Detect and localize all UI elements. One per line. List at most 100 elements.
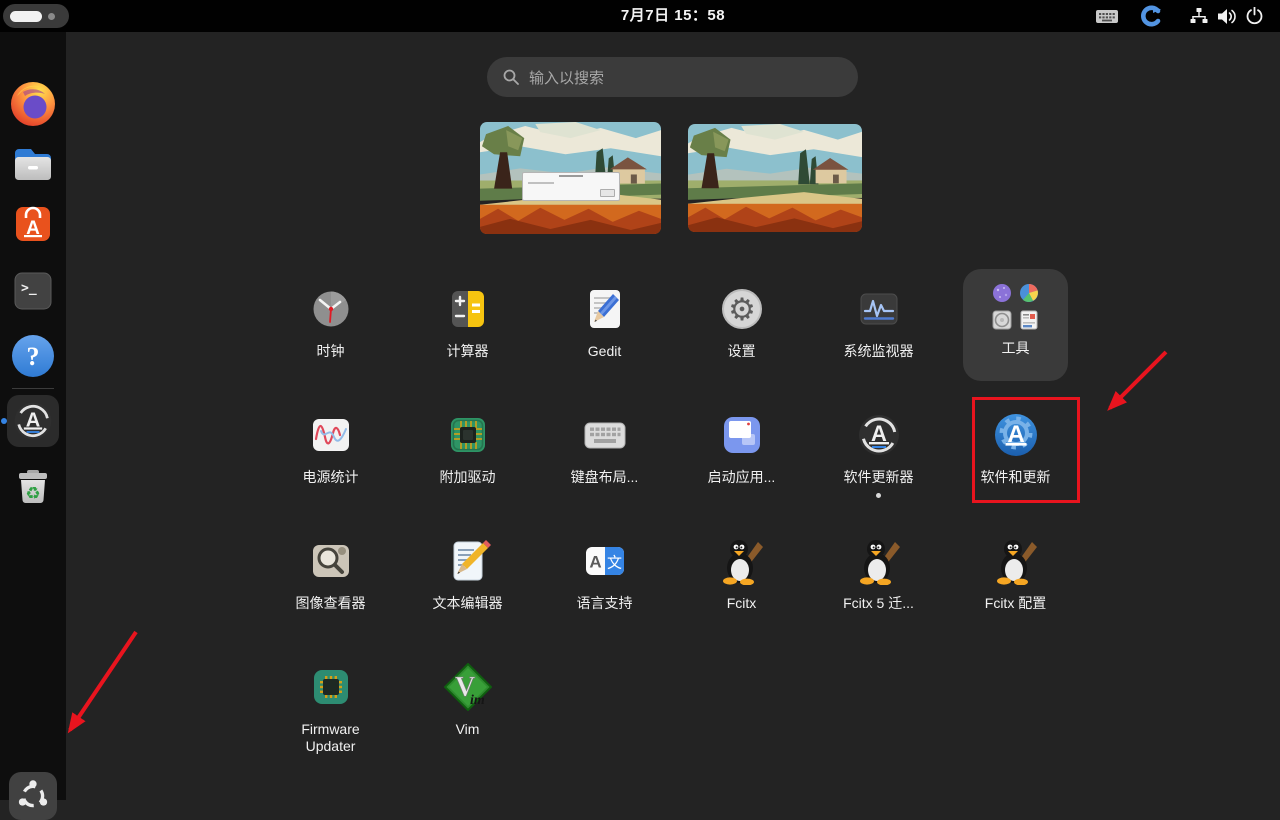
workspace-thumbnail-1[interactable]: [480, 122, 661, 234]
mini-app-icon: [992, 310, 1012, 330]
folder-preview: [992, 283, 1039, 330]
annotation-highlight-box: [972, 397, 1080, 503]
search-input[interactable]: 输入以搜索: [487, 57, 858, 97]
volume-icon[interactable]: [1218, 0, 1238, 32]
app-text-editor[interactable]: 文本编辑器: [399, 537, 536, 663]
app-image-viewer[interactable]: 图像查看器: [262, 537, 399, 663]
app-power-statistics[interactable]: 电源统计: [262, 411, 399, 537]
annotation-arrow-software-and-updates: [1110, 352, 1166, 408]
app-keyboard-layout[interactable]: 键盘布局...: [536, 411, 673, 537]
wired-network-icon[interactable]: [1190, 0, 1208, 32]
running-indicator-dot: [1, 418, 7, 424]
dock-item-trash[interactable]: ♻: [9, 462, 57, 510]
show-apps-button[interactable]: [9, 772, 57, 820]
dock-item-help[interactable]: ?: [9, 332, 57, 380]
app-folder-tools[interactable]: 工具: [963, 269, 1068, 381]
fcitx-tux-icon: [992, 537, 1040, 585]
app-label: 语言支持: [577, 595, 633, 612]
image-viewer-icon: [307, 537, 355, 585]
app-settings[interactable]: ⚙ 设置: [673, 285, 810, 411]
svg-text:>_: >_: [21, 281, 37, 296]
app-label: 设置: [728, 343, 756, 360]
active-workspace-pill[interactable]: [10, 11, 42, 22]
additional-drivers-icon: [444, 411, 492, 459]
running-indicator-dot: [876, 493, 881, 498]
app-label: Fcitx: [727, 595, 757, 612]
startup-applications-icon: [718, 411, 766, 459]
workspace-thumbnail-2[interactable]: [688, 124, 862, 232]
app-language-support[interactable]: A 文 语言支持: [536, 537, 673, 663]
app-label: 键盘布局...: [571, 469, 639, 486]
top-bar: 7月7日 15：58: [0, 0, 1280, 32]
dock-item-files[interactable]: [9, 140, 57, 188]
app-label: Fcitx 配置: [985, 595, 1046, 612]
app-label: 附加驱动: [440, 469, 496, 486]
dock-item-firefox[interactable]: [9, 80, 57, 128]
app-label: 时钟: [317, 343, 345, 360]
app-calculator[interactable]: 计算器: [399, 285, 536, 411]
svg-text:?: ?: [27, 342, 40, 371]
app-label: 文本编辑器: [433, 595, 503, 612]
calculator-icon: [444, 285, 492, 333]
language-support-icon: A 文: [581, 537, 629, 585]
mini-app-icon: [1019, 283, 1039, 303]
folder-label: 工具: [1002, 340, 1030, 357]
app-startup-applications[interactable]: 启动应用...: [673, 411, 810, 537]
fcitx-tux-icon: [855, 537, 903, 585]
app-software-updater[interactable]: 软件更新器: [810, 411, 947, 537]
gedit-icon: [581, 285, 629, 333]
workspace-indicator[interactable]: [3, 4, 69, 28]
app-fcitx[interactable]: Fcitx: [673, 537, 810, 663]
search-icon: [503, 69, 519, 85]
software-updater-icon: [855, 411, 903, 459]
vim-icon: V im: [444, 663, 492, 711]
app-vim[interactable]: V im Vim: [399, 663, 536, 789]
app-label: Firmware Updater: [292, 721, 370, 754]
app-label: Vim: [456, 721, 480, 738]
workspace-window: [522, 172, 620, 201]
app-clock[interactable]: 时钟: [262, 285, 399, 411]
dock: A >_ ? ♻: [0, 32, 66, 800]
keyboard-layout-icon: [581, 411, 629, 459]
dock-item-software-updater[interactable]: [7, 395, 59, 447]
svg-text:A: A: [589, 553, 601, 572]
clock[interactable]: 7月7日 15：58: [621, 0, 725, 32]
app-label: Gedit: [588, 343, 621, 360]
app-fcitx-config[interactable]: Fcitx 配置: [947, 537, 1084, 663]
fcitx-tux-icon: [718, 537, 766, 585]
app-label: 软件更新器: [844, 469, 914, 486]
dock-item-ubuntu-software[interactable]: A: [9, 198, 57, 246]
clock-icon: [307, 285, 355, 333]
mini-app-icon: [992, 283, 1012, 303]
app-fcitx5-migration[interactable]: Fcitx 5 迁...: [810, 537, 947, 663]
app-additional-drivers[interactable]: 附加驱动: [399, 411, 536, 537]
dock-item-terminal[interactable]: >_: [9, 266, 57, 314]
app-label: 图像查看器: [296, 595, 366, 612]
svg-text:im: im: [470, 693, 485, 708]
app-system-monitor[interactable]: 系统监视器: [810, 285, 947, 411]
keyboard-indicator-icon[interactable]: [1096, 0, 1118, 32]
app-gedit[interactable]: Gedit: [536, 285, 673, 411]
svg-text:⚙: ⚙: [728, 292, 756, 328]
search-placeholder: 输入以搜索: [529, 67, 604, 88]
dock-separator: [12, 388, 54, 389]
power-statistics-icon: [307, 411, 355, 459]
settings-icon: ⚙: [718, 285, 766, 333]
text-editor-icon: [444, 537, 492, 585]
app-label: Fcitx 5 迁...: [843, 595, 914, 612]
annotation-arrow-show-apps: [70, 632, 136, 730]
app-label: 计算器: [447, 343, 489, 360]
app-grid: 时钟 计算器 Gedit ⚙: [262, 285, 1084, 789]
workspace-dot[interactable]: [48, 13, 55, 20]
app-label: 电源统计: [303, 469, 359, 486]
app-firmware-updater[interactable]: Firmware Updater: [262, 663, 399, 789]
svg-text:♻: ♻: [25, 484, 40, 504]
app-label: 系统监视器: [844, 343, 914, 360]
app-label: 启动应用...: [708, 469, 776, 486]
power-icon[interactable]: [1246, 0, 1263, 32]
mini-app-icon: [1019, 310, 1039, 330]
firmware-updater-icon: [307, 663, 355, 711]
svg-text:文: 文: [606, 554, 621, 572]
system-monitor-icon: [855, 285, 903, 333]
fcitx-input-method-icon[interactable]: [1140, 0, 1162, 32]
